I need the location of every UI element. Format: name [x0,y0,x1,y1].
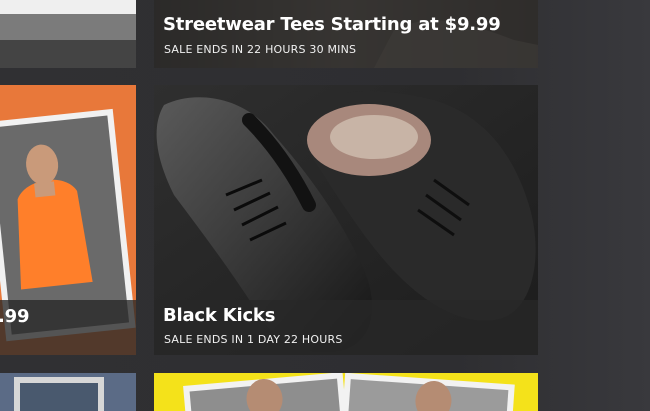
deal-tile-partial[interactable] [0,0,136,68]
deal-tile-henley[interactable]: .99 [0,85,136,355]
sale-countdown: SALE ENDS IN 22 HOURS 30 MINS [164,43,357,56]
deal-caption: Streetwear Tees Starting at $9.99 SALE E… [154,0,538,68]
deal-tile-streetwear[interactable]: Streetwear Tees Starting at $9.99 SALE E… [154,0,538,68]
deal-caption: .99 [0,300,136,355]
product-image [0,0,136,68]
deal-tile-partial[interactable] [0,373,136,411]
sale-countdown: SALE ENDS IN 1 DAY 22 HOURS [164,333,343,346]
product-image [154,373,538,411]
deal-caption: Black Kicks SALE ENDS IN 1 DAY 22 HOURS [154,300,538,355]
deal-tile-partial[interactable] [154,373,538,411]
deal-tile-black-kicks[interactable]: Black Kicks SALE ENDS IN 1 DAY 22 HOURS [154,85,538,355]
deals-grid: Streetwear Tees Starting at $9.99 SALE E… [0,0,650,411]
product-image [0,373,136,411]
deal-title[interactable]: Streetwear Tees Starting at $9.99 [163,14,501,35]
price-fragment: .99 [0,306,30,327]
deal-title[interactable]: Black Kicks [163,305,275,326]
